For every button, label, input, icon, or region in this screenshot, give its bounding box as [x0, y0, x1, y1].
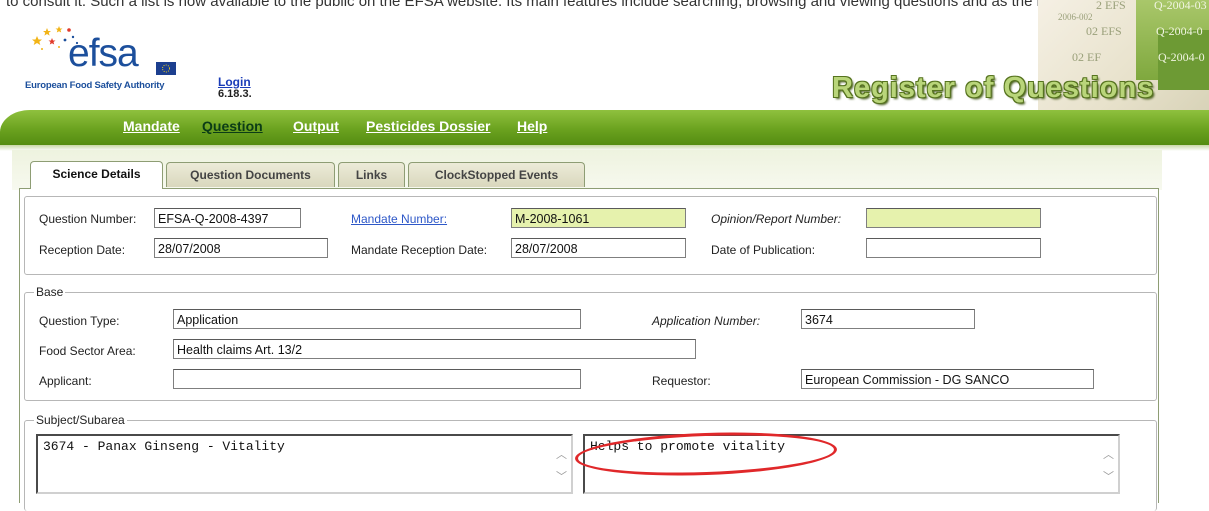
opinion-report-number-label: Opinion/Report Number: [711, 212, 842, 226]
tab-links[interactable]: Links [338, 162, 405, 187]
requestor-field[interactable]: European Commission - DG SANCO [801, 369, 1094, 389]
menu-question[interactable]: Question [202, 118, 263, 134]
logo-tagline: European Food Safety Authority [25, 80, 165, 91]
eu-flag-icon [156, 62, 176, 75]
opinion-report-number-field[interactable] [866, 208, 1041, 228]
question-type-field[interactable]: Application [173, 309, 581, 329]
subject-textarea[interactable]: 3674 - Panax Ginseng - Vitality ︿ ﹀ [36, 434, 573, 494]
collage-fragment: 2 EFS [1096, 0, 1126, 12]
base-legend: Base [34, 285, 66, 299]
scroll-down-icon[interactable]: ﹀ [556, 468, 567, 484]
header: efsa European Food Safety Authority Logi… [0, 0, 1209, 110]
collage-fragment: 02 EF [1072, 50, 1102, 64]
subject-legend: Subject/Subarea [34, 413, 127, 427]
mandate-number-field[interactable]: M-2008-1061 [511, 208, 686, 228]
collage-fragment: 2006-002 [1058, 12, 1093, 22]
reception-date-label: Reception Date: [39, 243, 126, 257]
subarea-scrollbar[interactable]: ︿ ﹀ [1102, 440, 1116, 492]
application-number-field[interactable]: 3674 [801, 309, 975, 329]
collage-fragment: Q-2004-0 [1158, 50, 1205, 64]
collage-fragment: Q-2004-0 [1156, 24, 1203, 38]
scroll-up-icon[interactable]: ︿ [556, 446, 567, 462]
food-sector-area-label: Food Sector Area: [39, 344, 136, 358]
tab-science-details[interactable]: Science Details [30, 161, 163, 189]
question-number-field[interactable]: EFSA-Q-2008-4397 [154, 208, 301, 228]
tab-question-documents[interactable]: Question Documents [166, 162, 335, 187]
app-title: Register of Questions [832, 72, 1155, 104]
date-of-publication-field[interactable] [866, 238, 1041, 258]
tab-clockstopped-events[interactable]: ClockStopped Events [408, 162, 585, 187]
application-number-label: Application Number: [652, 314, 761, 328]
menu-mandate[interactable]: Mandate [123, 118, 180, 134]
version-label: 6.18.3. [218, 88, 252, 100]
login-link[interactable]: Login [218, 75, 251, 89]
menu-help[interactable]: Help [517, 118, 547, 134]
collage-fragment: 02 EFS [1086, 24, 1122, 38]
food-sector-area-field[interactable]: Health claims Art. 13/2 [173, 339, 696, 359]
menu-pesticides-dossier[interactable]: Pesticides Dossier [366, 118, 491, 134]
scroll-down-icon[interactable]: ﹀ [1103, 468, 1114, 484]
subject-text: 3674 - Panax Ginseng - Vitality [43, 439, 285, 454]
subject-scrollbar[interactable]: ︿ ﹀ [555, 440, 569, 492]
scroll-up-icon[interactable]: ︿ [1103, 446, 1114, 462]
logo-word: efsa [68, 32, 139, 75]
date-of-publication-label: Date of Publication: [711, 243, 816, 257]
mandate-reception-date-field[interactable]: 28/07/2008 [511, 238, 686, 258]
efsa-logo: efsa European Food Safety Authority [25, 22, 185, 96]
menu-output[interactable]: Output [293, 118, 339, 134]
mandate-reception-date-label: Mandate Reception Date: [351, 243, 488, 257]
reception-date-field[interactable]: 28/07/2008 [154, 238, 328, 258]
mandate-number-link[interactable]: Mandate Number: [351, 212, 447, 226]
collage-fragment: Q-2004-03 [1154, 0, 1207, 12]
applicant-field[interactable] [173, 369, 581, 389]
question-type-label: Question Type: [39, 314, 120, 328]
question-number-label: Question Number: [39, 212, 137, 226]
requestor-label: Requestor: [652, 374, 711, 388]
applicant-label: Applicant: [39, 374, 92, 388]
main-menu-bar: Mandate Question Output Pesticides Dossi… [0, 110, 1209, 145]
